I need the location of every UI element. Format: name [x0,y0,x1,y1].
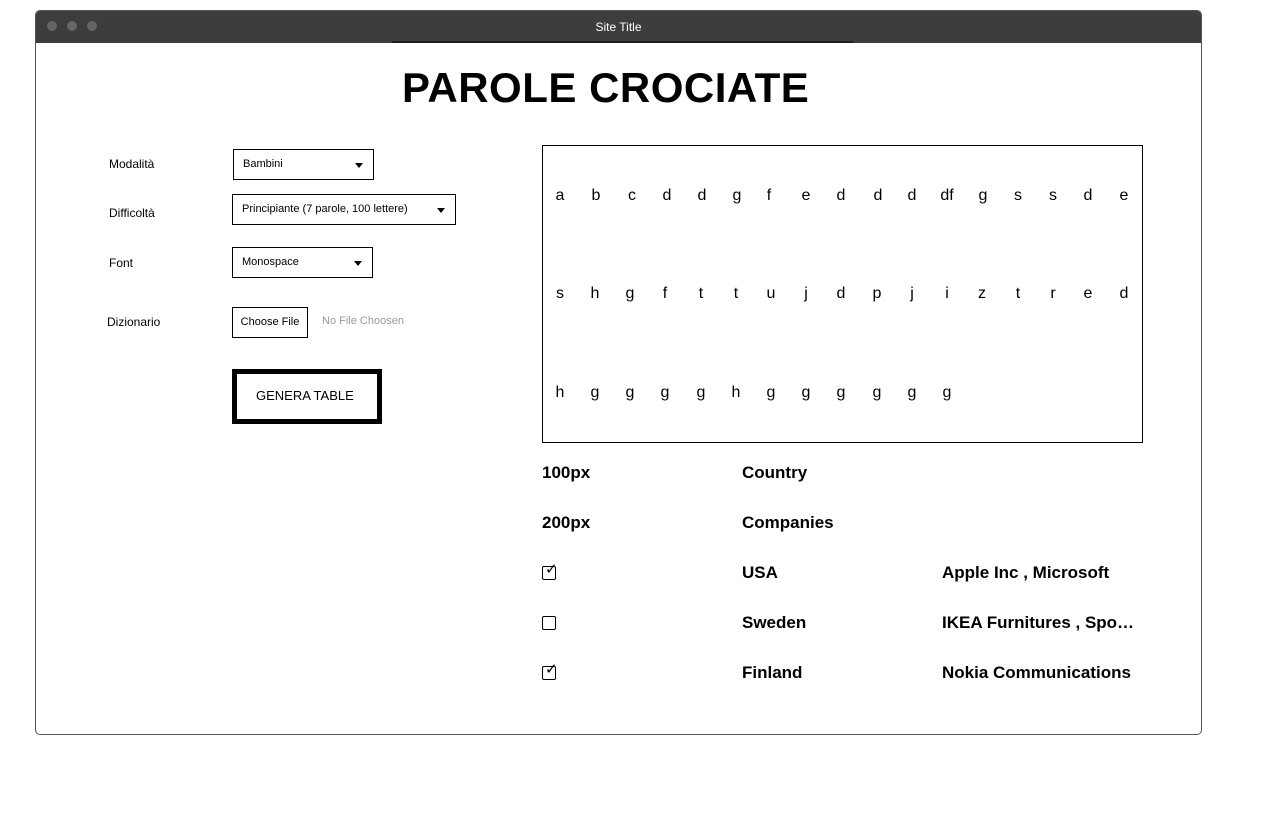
table-cell-country: USA [742,563,778,582]
grid-cell: g [942,384,952,401]
grid-cell: d [836,285,846,302]
grid-cell: g [766,384,776,401]
grid-cell: g [660,384,670,401]
table-header-col1: 200px [542,513,591,532]
table-header-country: Country [742,463,808,482]
font-label: Font [109,256,134,270]
title-underline [392,41,853,43]
grid-cell: d [836,187,846,204]
grid-cell: g [872,384,882,401]
generate-table-button[interactable]: GENERA TABLE [232,369,382,424]
grid-cell: f [766,187,772,204]
grid-cell: d [873,187,883,204]
grid-cell: t [698,285,704,302]
row-checkbox[interactable] [542,616,556,630]
grid-cell: d [697,187,707,204]
window-title: Site Title [595,20,642,34]
grid-cell: d [662,187,672,204]
table-header-col1: 100px [542,463,591,482]
grid-cell: g [625,285,635,302]
grid-cell: g [978,187,988,204]
difficulty-label: Difficoltà [109,206,155,220]
grid-cell: d [1119,285,1129,302]
checkmark-icon: ✓ [545,561,558,578]
grid-cell: c [628,187,636,204]
grid-cell: j [910,285,914,302]
grid-cell: t [1015,285,1021,302]
grid-cell: t [733,285,739,302]
grid-cell: g [801,384,811,401]
chevron-down-icon [354,261,362,266]
font-select[interactable]: Monospace [232,247,373,278]
grid-cell: b [591,187,601,204]
grid-cell: g [590,384,600,401]
letter-grid: a b c d d g f e d d d df g s s d e s h g… [542,145,1143,443]
app-window: Site Title PAROLE CROCIATE Modalità Bamb… [35,10,1202,735]
font-select-value: Monospace [242,256,299,268]
grid-cell: h [555,384,565,401]
grid-cell: a [555,187,565,204]
grid-cell: u [766,285,776,302]
grid-cell: z [978,285,986,302]
mode-select-value: Bambini [243,158,283,170]
grid-cell: j [804,285,808,302]
grid-cell: e [1083,285,1093,302]
grid-cell: h [590,285,600,302]
grid-cell: s [1014,187,1022,204]
grid-cell: g [696,384,706,401]
table-cell-companies: Apple Inc , Microsoft [942,563,1110,582]
grid-cell: df [940,187,954,204]
grid-cell: e [1119,187,1129,204]
grid-cell: g [732,187,742,204]
dictionary-label: Dizionario [107,315,161,329]
chevron-down-icon [437,208,445,213]
grid-cell: d [907,187,917,204]
grid-cell: r [1050,285,1056,302]
grid-cell: s [1049,187,1057,204]
grid-cell: h [731,384,741,401]
mode-select[interactable]: Bambini [233,149,374,180]
grid-cell: g [907,384,917,401]
chevron-down-icon [355,163,363,168]
table-cell-country: Finland [742,663,803,682]
grid-cell: d [1083,187,1093,204]
grid-cell: e [801,187,811,204]
table-cell-companies: Nokia Communications [942,663,1131,682]
table-cell-companies: IKEA Furnitures , Spo… [942,613,1135,632]
mode-label: Modalità [109,157,155,171]
grid-cell: s [556,285,564,302]
difficulty-select-value: Principiante (7 parole, 100 lettere) [242,203,408,215]
grid-cell: p [872,285,882,302]
grid-cell: i [945,285,949,302]
table-header-companies: Companies [742,513,834,532]
grid-cell: g [836,384,846,401]
title-bar: Site Title [36,11,1201,43]
grid-cell: g [625,384,635,401]
file-status: No File Choosen [322,315,404,327]
choose-file-button[interactable]: Choose File [232,307,308,338]
checkmark-icon: ✓ [545,661,558,678]
row-checkbox[interactable]: ✓ [542,662,558,680]
difficulty-select[interactable]: Principiante (7 parole, 100 lettere) [232,194,456,225]
page-title: PAROLE CROCIATE [402,64,810,111]
grid-cell: f [662,285,668,302]
row-checkbox[interactable]: ✓ [542,562,558,580]
table-cell-country: Sweden [742,613,807,632]
